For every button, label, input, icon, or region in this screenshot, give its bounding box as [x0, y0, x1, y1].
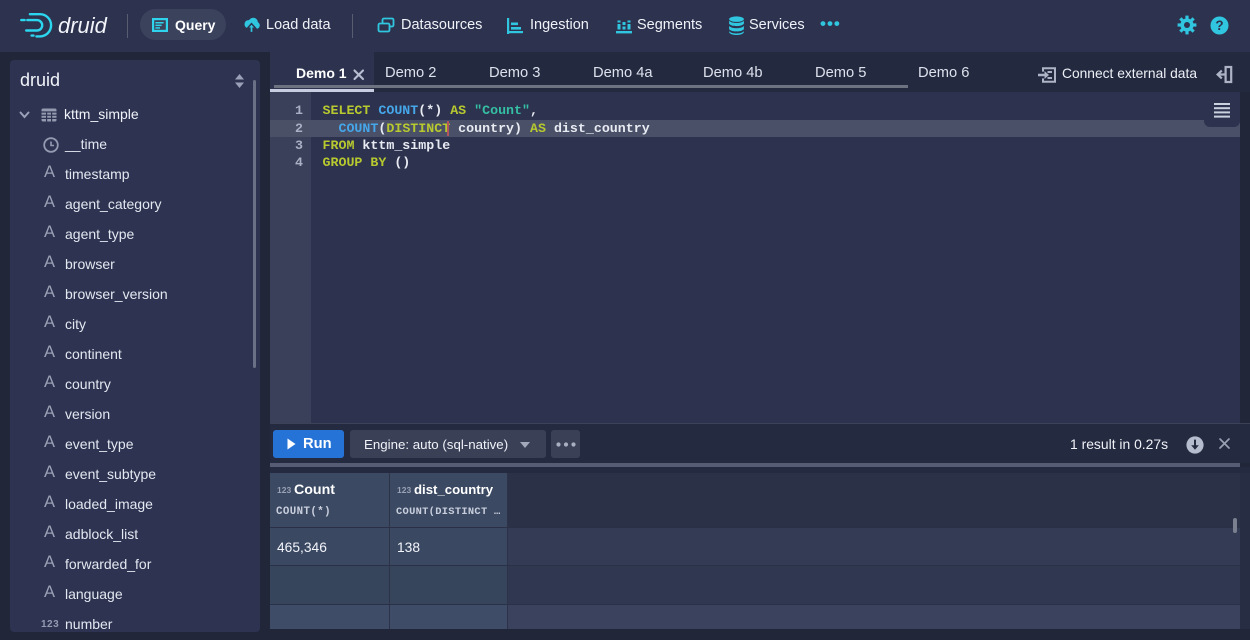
svg-text:?: ?: [1215, 18, 1223, 33]
